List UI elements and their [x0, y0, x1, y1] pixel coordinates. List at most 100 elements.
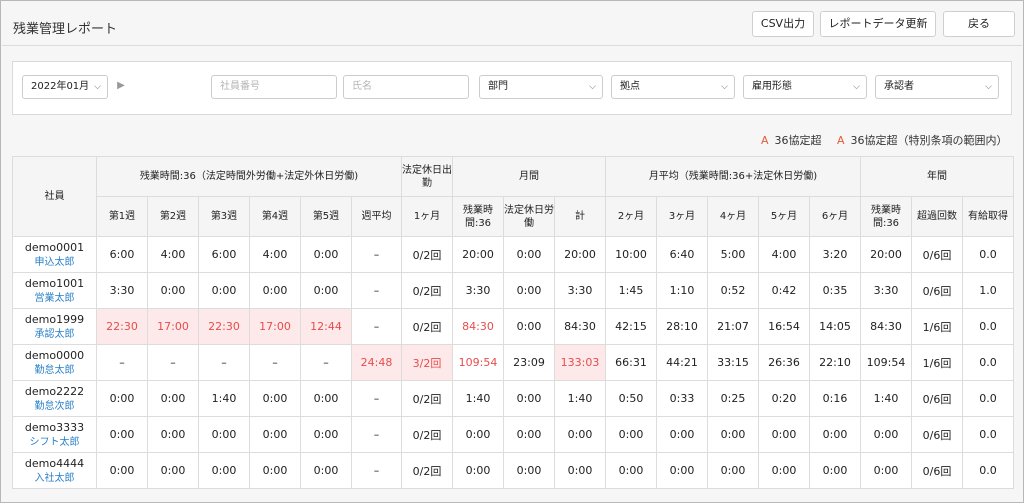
table-cell: 0:00 — [605, 416, 657, 453]
table-cell: 1/6回 — [911, 308, 963, 345]
employee-code: demo3333 — [24, 420, 85, 434]
column-header: 3ヶ月 — [656, 196, 708, 237]
employee-name-link[interactable]: シフト太郎 — [13, 435, 96, 450]
overtime-report-table: 社員 残業時間:36（法定時間外労働+法定外休日労働) 法定休日出勤 月間 月平… — [12, 156, 1014, 489]
table-row: demo1999 承認太郎 22:30 17:00 22:30 17:00 12:44–0/… — [12, 308, 1014, 345]
table-cell: 23:09 — [503, 344, 555, 381]
employee-name-link[interactable]: 営業太郎 — [13, 291, 96, 306]
table-cell: 0:00 — [452, 416, 504, 453]
table-cell: 3:30 — [452, 272, 504, 309]
table-cell: – — [96, 344, 148, 381]
column-header: 有給取得 — [962, 196, 1014, 237]
table-cell: 0/6回 — [911, 380, 963, 417]
employee-code: demo1001 — [24, 276, 85, 290]
refresh-report-button[interactable]: レポートデータ更新 — [820, 11, 936, 37]
employee-name-link[interactable]: 承認太郎 — [13, 327, 96, 342]
table-cell: 0:00 — [707, 452, 759, 489]
table-row: demo4444 入社太郎 0:00 0:00 0:00 0:00 0:00–0/2回 0:0… — [12, 452, 1014, 489]
table-cell: 0:00 — [198, 416, 250, 453]
table-cell: 0:00 — [656, 416, 708, 453]
table-cell: 0/2回 — [401, 236, 453, 273]
table-cell: 0:00 — [605, 452, 657, 489]
department-select[interactable]: 部門 ⌵ — [479, 75, 603, 99]
table-cell: 1:40 — [554, 380, 606, 417]
employee-name-link[interactable]: 勤怠次郎 — [13, 399, 96, 414]
column-header: 週平均 — [351, 196, 402, 237]
table-cell: 0:00 — [96, 380, 148, 417]
table-cell: 4:00 — [758, 236, 810, 273]
back-button[interactable]: 戻る — [943, 11, 1015, 37]
column-header: 第4週 — [249, 196, 301, 237]
employment-type-select[interactable]: 雇用形態 ⌵ — [743, 75, 867, 99]
employee-number-input[interactable]: 社員番号 — [211, 75, 337, 99]
filter-panel: 2022年01月 ⌵ ▶ 社員番号 氏名 部門 ⌵ 拠点 ⌵ 雇用形態 ⌵ 承認… — [12, 61, 1012, 115]
table-cell: 0:00 — [503, 416, 555, 453]
table-row: demo0000 勤怠太郎 – – – – –24:48 3/2回 109:54 23:09 133… — [12, 344, 1014, 381]
approver-select[interactable]: 承認者 ⌵ — [875, 75, 999, 99]
employee-cell: demo1999 承認太郎 — [12, 308, 97, 345]
employee-cell: demo4444 入社太郎 — [12, 452, 97, 489]
next-month-icon[interactable]: ▶ — [113, 75, 129, 99]
table-cell: 1:40 — [198, 380, 250, 417]
month-select[interactable]: 2022年01月 ⌵ — [22, 75, 108, 99]
column-header: 5ヶ月 — [758, 196, 810, 237]
employee-code: demo0001 — [24, 240, 85, 254]
legend-label: 36協定超 — [774, 134, 822, 147]
legend-label: 36協定超（特別条項の範囲内） — [850, 134, 1008, 147]
csv-export-button[interactable]: CSV出力 — [752, 11, 814, 37]
table-cell: 0:00 — [758, 416, 810, 453]
table-cell: – — [198, 344, 250, 381]
table-cell: 22:30 — [198, 308, 250, 345]
column-header: 超過回数 — [911, 196, 963, 237]
table-cell: 1:40 — [452, 380, 504, 417]
table-cell: 0:16 — [809, 380, 861, 417]
table-cell: 0:00 — [300, 236, 352, 273]
chevron-down-icon: ⌵ — [853, 82, 860, 92]
table-cell: 1.0 — [962, 272, 1014, 309]
column-header: 4ヶ月 — [707, 196, 759, 237]
employee-cell: demo3333 シフト太郎 — [12, 416, 97, 453]
overtime36-header: 残業時間:36（法定時間外労働+法定外休日労働) — [96, 156, 402, 197]
column-header: 残業時間:36 — [860, 196, 912, 237]
table-cell: 0:00 — [249, 380, 301, 417]
employment-type-select-value: 雇用形態 — [752, 81, 792, 92]
table-cell: 21:07 — [707, 308, 759, 345]
employee-name-link[interactable]: 申込太郎 — [13, 255, 96, 270]
table-cell: 0:00 — [198, 272, 250, 309]
name-input[interactable]: 氏名 — [343, 75, 469, 99]
chevron-down-icon: ⌵ — [589, 82, 596, 92]
table-cell: 0:42 — [758, 272, 810, 309]
table-cell: 20:00 — [554, 236, 606, 273]
table-cell: – — [351, 416, 402, 453]
table-cell: 0:00 — [147, 272, 199, 309]
column-header: 2ヶ月 — [605, 196, 657, 237]
table-cell: 3:30 — [554, 272, 606, 309]
employee-cell: demo0000 勤怠太郎 — [12, 344, 97, 381]
table-cell: – — [300, 344, 352, 381]
table-cell: 0.0 — [962, 236, 1014, 273]
table-cell: 14:05 — [809, 308, 861, 345]
table-cell: 0/2回 — [401, 272, 453, 309]
employee-name-link[interactable]: 勤怠太郎 — [13, 363, 96, 378]
table-cell: – — [351, 272, 402, 309]
table-cell: 0:00 — [249, 416, 301, 453]
table-cell: 0:00 — [707, 416, 759, 453]
employee-header: 社員 — [12, 156, 97, 237]
table-cell: 84:30 — [452, 308, 504, 345]
table-cell: 0/2回 — [401, 416, 453, 453]
table-cell: 22:30 — [96, 308, 148, 345]
table-cell: 4:00 — [147, 236, 199, 273]
table-row: demo1001 営業太郎 3:30 0:00 0:00 0:00 0:00–0/2回 3:3… — [12, 272, 1014, 309]
table-cell: 17:00 — [147, 308, 199, 345]
column-header: 第5週 — [300, 196, 352, 237]
table-cell: 44:21 — [656, 344, 708, 381]
table-cell: 0:00 — [249, 452, 301, 489]
month-select-value: 2022年01月 — [31, 81, 90, 92]
location-select[interactable]: 拠点 ⌵ — [611, 75, 735, 99]
table-row: demo3333 シフト太郎 0:00 0:00 0:00 0:00 0:00–0/2回 0:… — [12, 416, 1014, 453]
employee-name-link[interactable]: 入社太郎 — [13, 471, 96, 486]
table-cell: 26:36 — [758, 344, 810, 381]
employee-cell: demo1001 営業太郎 — [12, 272, 97, 309]
column-header: 第2週 — [147, 196, 199, 237]
table-cell: 84:30 — [860, 308, 912, 345]
